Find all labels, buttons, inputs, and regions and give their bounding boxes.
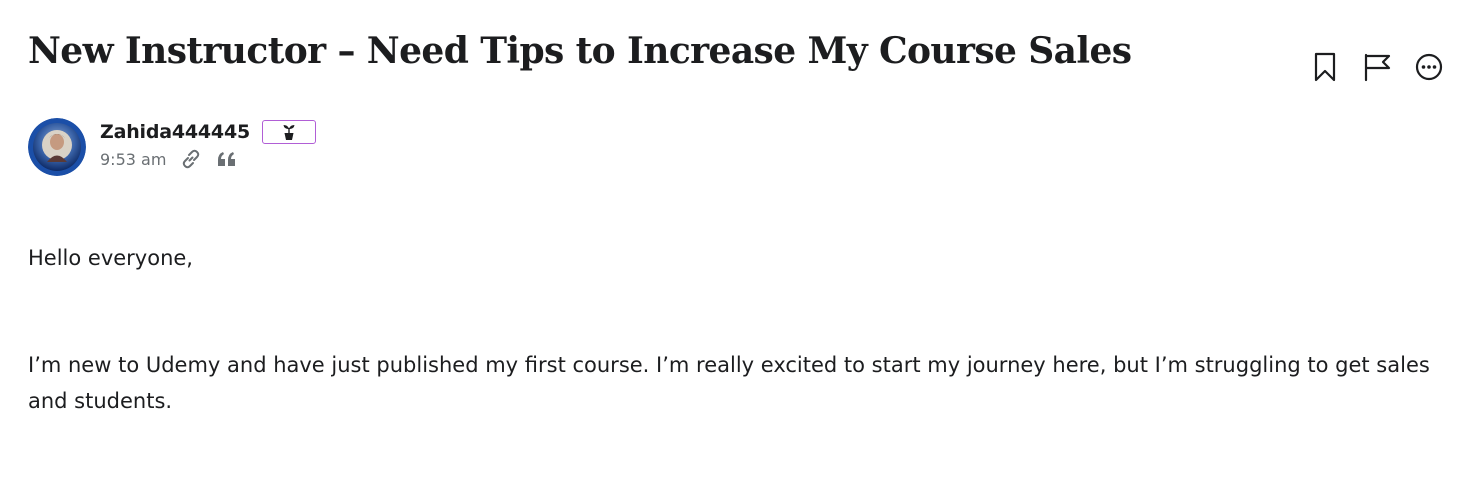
flag-button[interactable] [1360,50,1394,84]
sprout-icon [283,125,295,140]
post-actions [1308,50,1446,84]
post-body: Hello everyone, I’m new to Udemy and hav… [28,240,1438,419]
more-options-button[interactable] [1412,50,1446,84]
author-name[interactable]: Zahida444445 [100,121,250,143]
more-options-icon [1415,53,1443,81]
quote-icon [218,152,236,166]
copy-link-button[interactable] [180,148,202,170]
user-badge[interactable] [261,120,316,144]
author-row: Zahida444445 9:53 am [28,118,316,176]
post-title: New Instructor – Need Tips to Increase M… [28,30,1132,72]
post-meta: 9:53 am [100,148,316,170]
bookmark-button[interactable] [1308,50,1342,84]
bookmark-icon [1314,52,1336,82]
post-timestamp[interactable]: 9:53 am [100,150,166,169]
post-paragraph: Hello everyone, [28,246,193,270]
flag-icon [1364,53,1391,82]
author-meta: Zahida444445 9:53 am [100,120,316,170]
author-name-line: Zahida444445 [100,120,316,144]
quote-button[interactable] [216,148,238,170]
link-icon [183,149,200,169]
avatar[interactable] [28,118,86,176]
post-paragraph: I’m new to Udemy and have just published… [28,353,1430,413]
